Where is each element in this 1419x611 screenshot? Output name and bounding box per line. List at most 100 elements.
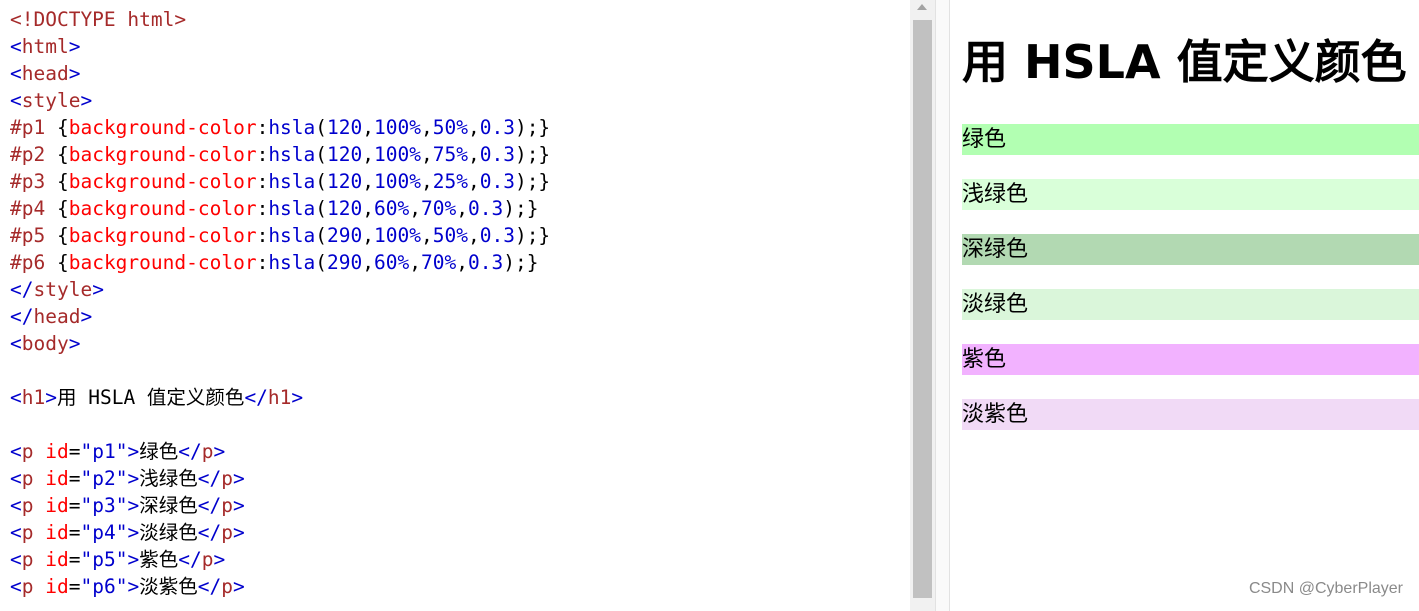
code-line[interactable]: #p6 {background-color:hsla(290,60%,70%,0… [10,249,550,276]
preview-paragraph-p6: 淡紫色 [962,399,1419,430]
code-line[interactable]: <!DOCTYPE html> [10,6,550,33]
code-token: 120 [327,170,363,193]
code-token: 0.3 [467,251,504,274]
code-token: head [21,62,69,85]
code-token: 淡绿色 [139,521,198,544]
code-line[interactable]: #p4 {background-color:hsla(120,60%,70%,0… [10,195,550,222]
code-token: : [256,116,269,139]
code-token: { [56,224,69,247]
code-token: </ [178,548,202,571]
code-token: "p5" [80,548,128,571]
code-token: > [232,467,245,490]
code-token: ( [315,197,328,220]
code-token: < [10,575,22,598]
code-token: < [10,440,22,463]
code-line[interactable]: #p3 {background-color:hsla(120,100%,25%,… [10,168,550,195]
code-line[interactable] [10,357,550,384]
code-line[interactable]: #p5 {background-color:hsla(290,100%,50%,… [10,222,550,249]
code-line[interactable]: <p id="p6">淡紫色</p> [10,573,550,600]
code-token: 25% [432,170,468,193]
code-token: p [221,494,233,517]
code-token: p [21,494,46,517]
preview-paragraph-p5: 紫色 [962,344,1419,375]
code-line[interactable]: <p id="p1">绿色</p> [10,438,550,465]
code-token: 0.3 [467,197,504,220]
code-line[interactable] [10,411,550,438]
code-token: </ [197,494,222,517]
code-token: 70% [421,197,457,220]
code-token: );} [514,116,551,139]
code-token: > [45,386,57,409]
code-line[interactable]: <p id="p5">紫色</p> [10,546,550,573]
code-line[interactable]: <p id="p2">浅绿色</p> [10,465,550,492]
code-token: , [420,116,433,139]
code-token: : [256,224,269,247]
code-token: > [232,575,245,598]
vertical-scrollbar[interactable] [910,0,935,611]
code-token: = [68,467,81,490]
code-line[interactable]: <p id="p4">淡绿色</p> [10,519,550,546]
code-token: > [68,332,81,355]
code-text[interactable]: <!DOCTYPE html> <html> <head> <style> #p1 {b… [10,6,550,600]
code-token: p [201,440,214,463]
code-token: 120 [327,197,363,220]
code-token: 100% [374,224,421,247]
code-token: h1 [267,386,292,409]
code-token: , [362,197,375,220]
code-token: < [10,89,22,112]
code-token: background-color [68,197,257,220]
code-token: : [256,197,269,220]
code-token: 60% [374,251,410,274]
code-token: p [221,467,233,490]
code-token: : [256,143,269,166]
code-token: { [56,170,69,193]
scroll-up-arrow-icon[interactable] [917,4,927,10]
code-token: #p3 [10,170,57,193]
code-token: < [10,386,22,409]
pane-divider[interactable] [935,0,950,611]
code-line[interactable]: </style> [10,276,550,303]
code-token: < [10,548,22,571]
code-token: 100% [374,116,421,139]
scroll-thumb[interactable] [913,20,932,598]
preview-paragraph-p4: 淡绿色 [962,289,1419,320]
code-token: , [467,224,480,247]
code-token: id [45,440,69,463]
code-token: id [45,467,69,490]
code-token: hsla [268,224,316,247]
code-line[interactable]: <style> [10,87,550,114]
code-token: background-color [68,224,257,247]
code-editor[interactable]: <!DOCTYPE html> <html> <head> <style> #p1 {b… [0,0,910,611]
code-token: p [221,575,233,598]
code-token: > [80,305,93,328]
code-token: = [68,548,81,571]
code-token: 60% [374,197,410,220]
code-line[interactable]: #p2 {background-color:hsla(120,100%,75%,… [10,141,550,168]
code-token: id [45,548,69,571]
code-token: , [362,251,375,274]
code-token: p [21,467,46,490]
code-token: = [68,575,81,598]
code-line[interactable]: <p id="p3">深绿色</p> [10,492,550,519]
code-line[interactable]: <body> [10,330,550,357]
code-token: > [127,575,140,598]
code-token: 290 [327,224,363,247]
code-token: 0.3 [479,170,515,193]
code-token: hsla [268,251,316,274]
code-token: < [10,521,22,544]
code-line[interactable]: <html> [10,33,550,60]
code-token: , [467,170,480,193]
code-line[interactable]: <head> [10,60,550,87]
code-token: , [362,116,375,139]
code-token: , [456,251,468,274]
code-token: "p2" [80,467,128,490]
code-token: );} [514,170,551,193]
code-line[interactable]: <h1>用 HSLA 值定义颜色</h1> [10,384,550,411]
code-token: < [10,35,22,58]
code-token: background-color [68,143,257,166]
code-token: : [256,251,269,274]
code-line[interactable]: #p1 {background-color:hsla(120,100%,50%,… [10,114,550,141]
code-token: > [213,548,226,571]
code-line[interactable]: </head> [10,303,550,330]
code-token: , [420,224,433,247]
